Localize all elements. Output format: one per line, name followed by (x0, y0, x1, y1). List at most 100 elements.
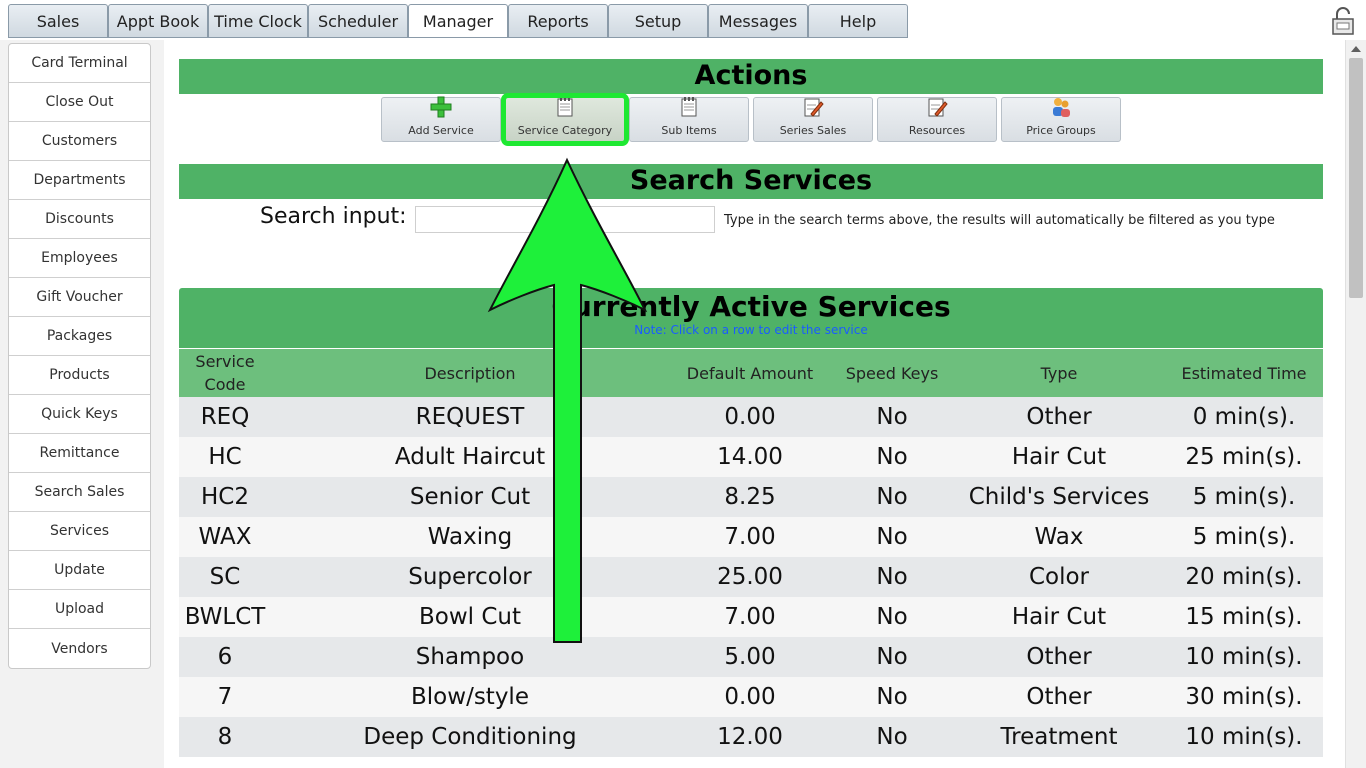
lock-icon[interactable] (1328, 6, 1358, 36)
table-cell: Blow/style (271, 677, 669, 717)
table-row[interactable]: 8 Deep Conditioning 12.00 No Treatment 10 min… (179, 717, 1323, 757)
sidebar-item-employees[interactable]: Employees (9, 239, 150, 278)
table-cell: HC2 (179, 477, 271, 517)
table-cell: HC (179, 437, 271, 477)
tab-appt-book[interactable]: Appt Book (108, 4, 208, 38)
tab-reports[interactable]: Reports (508, 4, 608, 38)
table-cell: Treatment (953, 717, 1165, 757)
table-row[interactable]: HC Adult Haircut 14.00 No Hair Cut 25 min(s). (179, 437, 1323, 477)
table-cell: Bowl Cut (271, 597, 669, 637)
table-cell: 20 min(s). (1165, 557, 1323, 597)
table-cell: No (831, 477, 953, 517)
column-header-speed-keys[interactable]: Speed Keys (831, 349, 953, 397)
table-cell: No (831, 397, 953, 437)
tab-sales[interactable]: Sales (8, 4, 108, 38)
tab-manager[interactable]: Manager (408, 4, 508, 38)
table-row[interactable]: SC Supercolor 25.00 No Color 20 min(s). (179, 557, 1323, 597)
series-sales-button[interactable]: Series Sales (753, 97, 873, 142)
add-service-button[interactable]: Add Service (381, 96, 501, 142)
table-row[interactable]: BWLCT Bowl Cut 7.00 No Hair Cut 15 min(s). (179, 597, 1323, 637)
plus-icon (430, 96, 452, 124)
table-cell: 15 min(s). (1165, 597, 1323, 637)
sidebar-item-close-out[interactable]: Close Out (9, 83, 150, 122)
tab-help[interactable]: Help (808, 4, 908, 38)
table-row[interactable]: HC2 Senior Cut 8.25 No Child's Services 5 min… (179, 477, 1323, 517)
vertical-scrollbar[interactable] (1345, 40, 1366, 768)
sidebar-item-gift-voucher[interactable]: Gift Voucher (9, 278, 150, 317)
table-cell: REQ (179, 397, 271, 437)
notepad-icon (678, 96, 700, 124)
table-cell: Child's Services (953, 477, 1165, 517)
table-cell: 7.00 (669, 597, 831, 637)
services-table: Service Code Description Default Amount Spe… (179, 349, 1323, 757)
column-header-type[interactable]: Type (953, 349, 1165, 397)
table-cell: 7.00 (669, 517, 831, 557)
table-cell: 8.25 (669, 477, 831, 517)
active-services-header: Currently Active Services Note: Click on… (179, 288, 1323, 348)
table-cell: 10 min(s). (1165, 717, 1323, 757)
sidebar-item-card-terminal[interactable]: Card Terminal (9, 44, 150, 83)
table-cell: Waxing (271, 517, 669, 557)
table-cell: Hair Cut (953, 437, 1165, 477)
action-button-label: Resources (908, 124, 966, 137)
column-header-description[interactable]: Description (271, 349, 669, 397)
table-cell: Deep Conditioning (271, 717, 669, 757)
table-row[interactable]: 7 Blow/style 0.00 No Other 30 min(s). (179, 677, 1323, 717)
table-cell: Other (953, 677, 1165, 717)
sidebar-item-remittance[interactable]: Remittance (9, 434, 150, 473)
action-button-label: Price Groups (1026, 124, 1096, 137)
column-header-estimated-time[interactable]: Estimated Time (1165, 349, 1323, 397)
pencil-note-icon (802, 96, 824, 124)
sidebar-item-discounts[interactable]: Discounts (9, 200, 150, 239)
table-cell: 25.00 (669, 557, 831, 597)
table-row[interactable]: 6 Shampoo 5.00 No Other 10 min(s). (179, 637, 1323, 677)
table-cell: Supercolor (271, 557, 669, 597)
pencil-note-icon (926, 96, 948, 124)
service-category-button[interactable]: Service Category (501, 93, 629, 146)
active-services-title: Currently Active Services (551, 290, 951, 323)
sidebar-item-products[interactable]: Products (9, 356, 150, 395)
sidebar-item-search-sales[interactable]: Search Sales (9, 473, 150, 512)
sidebar-item-services[interactable]: Services (9, 512, 150, 551)
table-cell: BWLCT (179, 597, 271, 637)
scroll-up-icon[interactable] (1351, 46, 1361, 52)
tab-scheduler[interactable]: Scheduler (308, 4, 408, 38)
action-button-label: Add Service (408, 124, 474, 137)
sidebar-item-departments[interactable]: Departments (9, 161, 150, 200)
price-groups-button[interactable]: Price Groups (1001, 97, 1121, 142)
action-button-label: Service Category (517, 124, 613, 137)
table-row[interactable]: WAX Waxing 7.00 No Wax 5 min(s). (179, 517, 1323, 557)
tab-setup[interactable]: Setup (608, 4, 708, 38)
sidebar-item-update[interactable]: Update (9, 551, 150, 590)
search-input[interactable] (415, 206, 715, 233)
sidebar-item-customers[interactable]: Customers (9, 122, 150, 161)
sub-items-button[interactable]: Sub Items (629, 97, 749, 142)
column-header-service-code[interactable]: Service Code (179, 349, 271, 397)
table-cell: Hair Cut (953, 597, 1165, 637)
table-header-row: Service Code Description Default Amount Spe… (179, 349, 1323, 397)
table-cell: 0 min(s). (1165, 397, 1323, 437)
table-row[interactable]: REQ REQUEST 0.00 No Other 0 min(s). (179, 397, 1323, 437)
sidebar-item-vendors[interactable]: Vendors (9, 629, 150, 668)
tab-time-clock[interactable]: Time Clock (208, 4, 308, 38)
table-cell: No (831, 637, 953, 677)
tab-divider (8, 37, 908, 38)
sidebar-item-quick-keys[interactable]: Quick Keys (9, 395, 150, 434)
table-cell: 5 min(s). (1165, 517, 1323, 557)
table-cell: 30 min(s). (1165, 677, 1323, 717)
people-icon (1050, 96, 1072, 124)
table-cell: Senior Cut (271, 477, 669, 517)
sidebar-item-upload[interactable]: Upload (9, 590, 150, 629)
table-cell: 25 min(s). (1165, 437, 1323, 477)
search-label: Search input: (260, 204, 407, 229)
sidebar: Card Terminal Close Out Customers Departmen… (8, 43, 151, 669)
table-cell: No (831, 677, 953, 717)
table-cell: No (831, 557, 953, 597)
table-cell: Wax (953, 517, 1165, 557)
column-header-default-amount[interactable]: Default Amount (669, 349, 831, 397)
sidebar-item-packages[interactable]: Packages (9, 317, 150, 356)
table-body: REQ REQUEST 0.00 No Other 0 min(s). HC Adult Ha… (179, 397, 1323, 757)
scroll-thumb[interactable] (1349, 58, 1363, 298)
resources-button[interactable]: Resources (877, 97, 997, 142)
tab-messages[interactable]: Messages (708, 4, 808, 38)
